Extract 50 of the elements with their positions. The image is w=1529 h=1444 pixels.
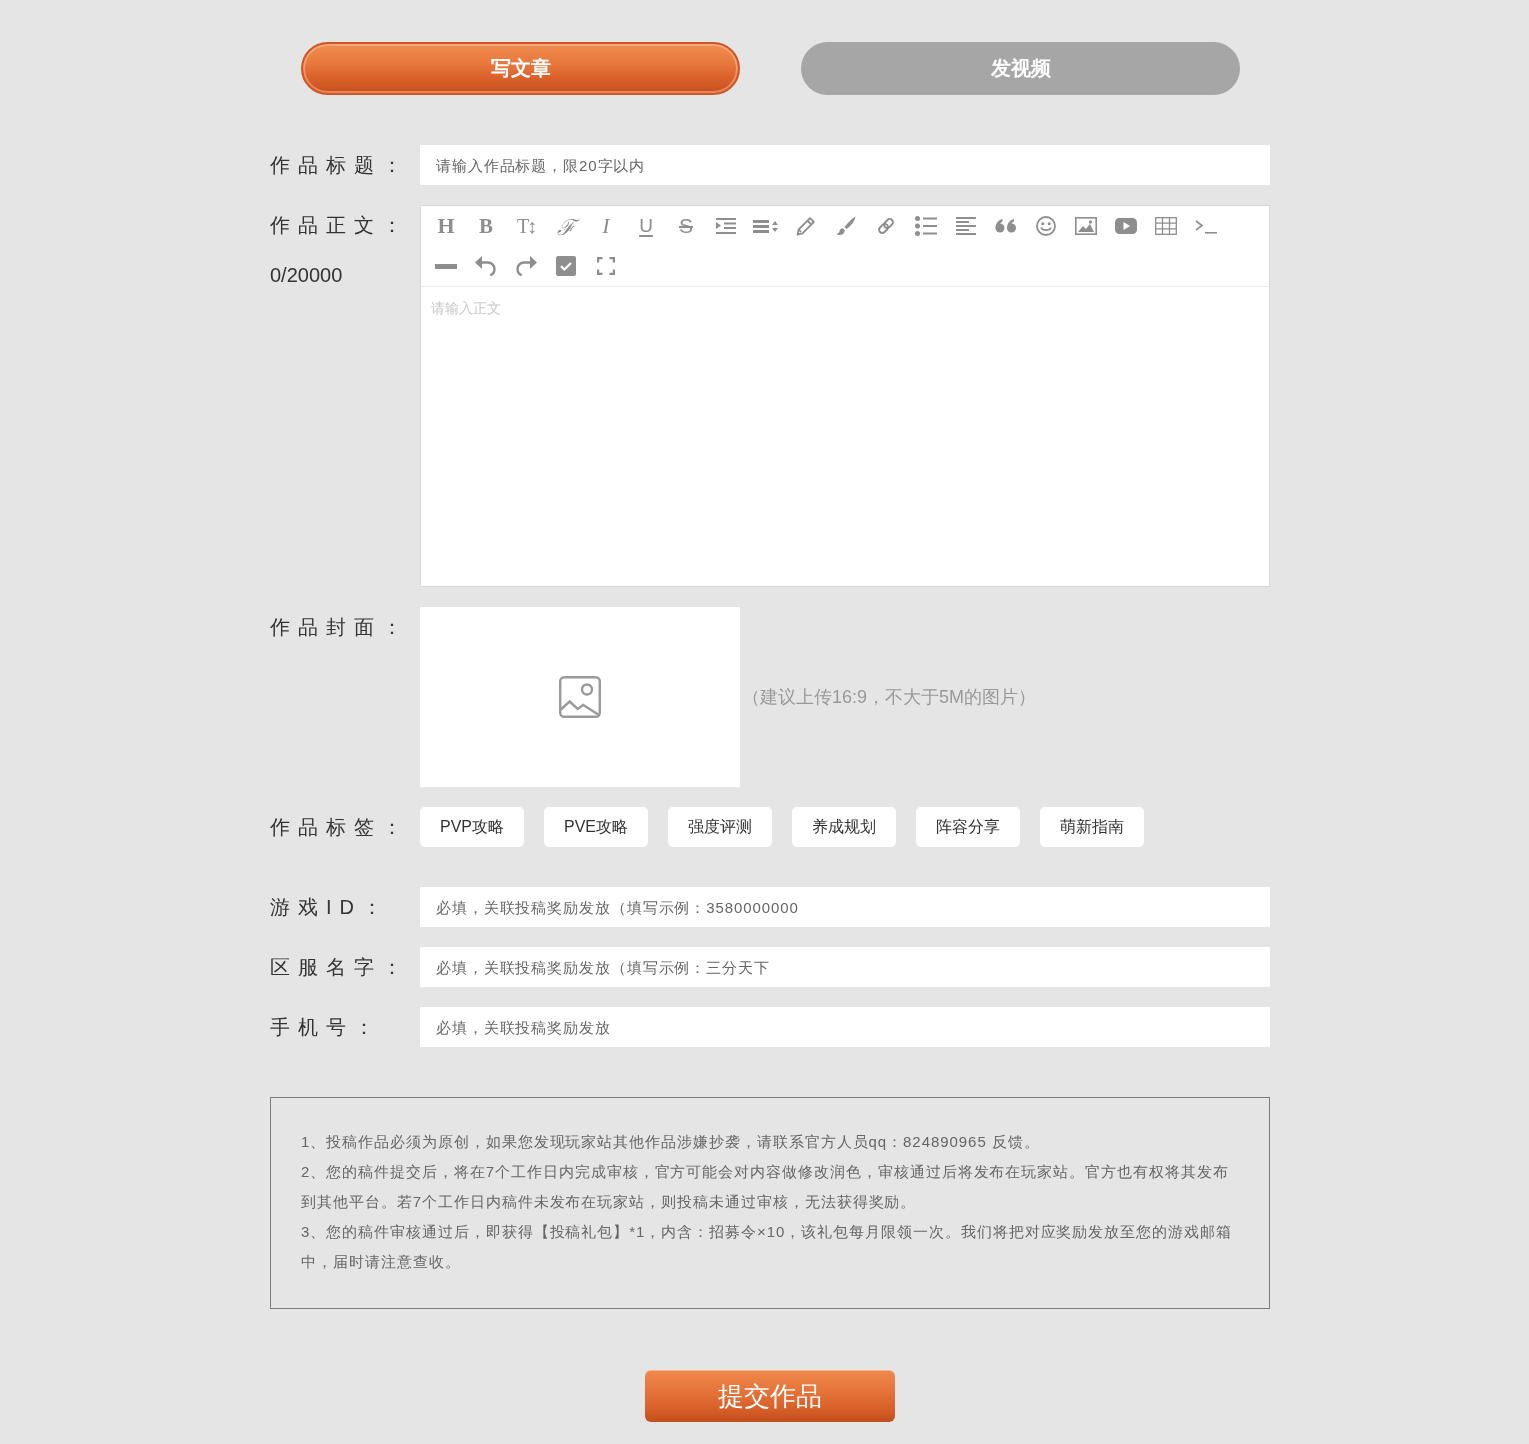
tag-option[interactable]: 强度评测: [668, 807, 772, 847]
bold-button[interactable]: B: [471, 211, 501, 241]
title-input[interactable]: 请输入作品标题，限20字以内: [420, 145, 1270, 185]
text-input[interactable]: 必填，关联投稿奖励发放（填写示例：三分天下: [420, 947, 1270, 987]
image-icon: [1075, 217, 1097, 235]
notice-text: 3、您的稿件审核通过后，即获得【投稿礼包】*1，内含：招募令×10，该礼包每月限领一次。我们将把对应奖励发放至您的游戏邮箱中，届时请注意查收。: [301, 1222, 1233, 1272]
undo-icon: [475, 256, 497, 276]
field-label: 手机号：: [270, 1015, 382, 1040]
quote-icon: [995, 219, 1017, 233]
italic-button[interactable]: I: [591, 211, 621, 241]
notice-text: 2、您的稿件提交后，将在7个工作日内完成审核，官方可能会对内容做修改润色，审核通过后将发布在玩家站。官方也有权将其发布到其他平台。若7个工作日内稿件未发布在玩家站，则投稿未通过审核，无法获得奖励。: [301, 1162, 1230, 1212]
font-size-button[interactable]: T↕: [511, 211, 541, 241]
indent-icon: [716, 218, 736, 234]
font-family-button[interactable]: ℱ: [551, 211, 581, 241]
cover-hint: （建议上传16:9，不大于5M的图片）: [742, 686, 1037, 709]
field-label: 作品标签：: [270, 815, 410, 840]
field-label: 区服名字：: [270, 955, 410, 980]
tag-option[interactable]: 养成规划: [792, 807, 896, 847]
checkbox-icon: [556, 256, 576, 276]
notice-text: 1、投稿作品必须为原创，如果您发现玩家站其他作品涉嫌抄袭，请联系官方人员qq：824890965 反馈。: [301, 1132, 1041, 1152]
pencil-icon: [796, 216, 816, 236]
tag-option[interactable]: PVP攻略: [420, 807, 524, 847]
bullet-list-icon: [915, 216, 937, 236]
tag-option[interactable]: 阵容分享: [916, 807, 1020, 847]
field-label: 作品封面：: [270, 615, 410, 640]
link-icon: [876, 216, 896, 236]
redo-icon: [515, 256, 537, 276]
image-placeholder-icon: [559, 676, 601, 718]
submit-button[interactable]: 提交作品: [645, 1370, 895, 1422]
smiley-icon: [1036, 216, 1056, 236]
underline-button[interactable]: U: [631, 211, 661, 241]
strikethrough-button[interactable]: S: [671, 211, 701, 241]
tag-option[interactable]: PVE攻略: [544, 807, 648, 847]
brush-icon: [836, 216, 856, 236]
char-counter: 0/20000: [270, 263, 343, 288]
text-input[interactable]: 必填，关联投稿奖励发放: [420, 1007, 1270, 1047]
tab[interactable]: 写文章: [301, 42, 740, 95]
field-label: 游戏ID：: [270, 895, 390, 920]
table-icon: [1155, 217, 1177, 235]
heading-button[interactable]: H: [431, 211, 461, 241]
fullscreen-icon: [597, 257, 615, 275]
line-height-icon: [753, 219, 779, 233]
align-left-icon: [956, 217, 976, 235]
terminal-icon: [1195, 218, 1217, 234]
text-input[interactable]: 必填，关联投稿奖励发放（填写示例：3580000000: [420, 887, 1270, 927]
tag-option[interactable]: 萌新指南: [1040, 807, 1144, 847]
play-video-icon: [1115, 218, 1137, 234]
field-label: 作品正文：: [270, 213, 410, 238]
tab[interactable]: 发视频: [801, 42, 1240, 95]
field-label: 作品标题：: [270, 153, 410, 178]
